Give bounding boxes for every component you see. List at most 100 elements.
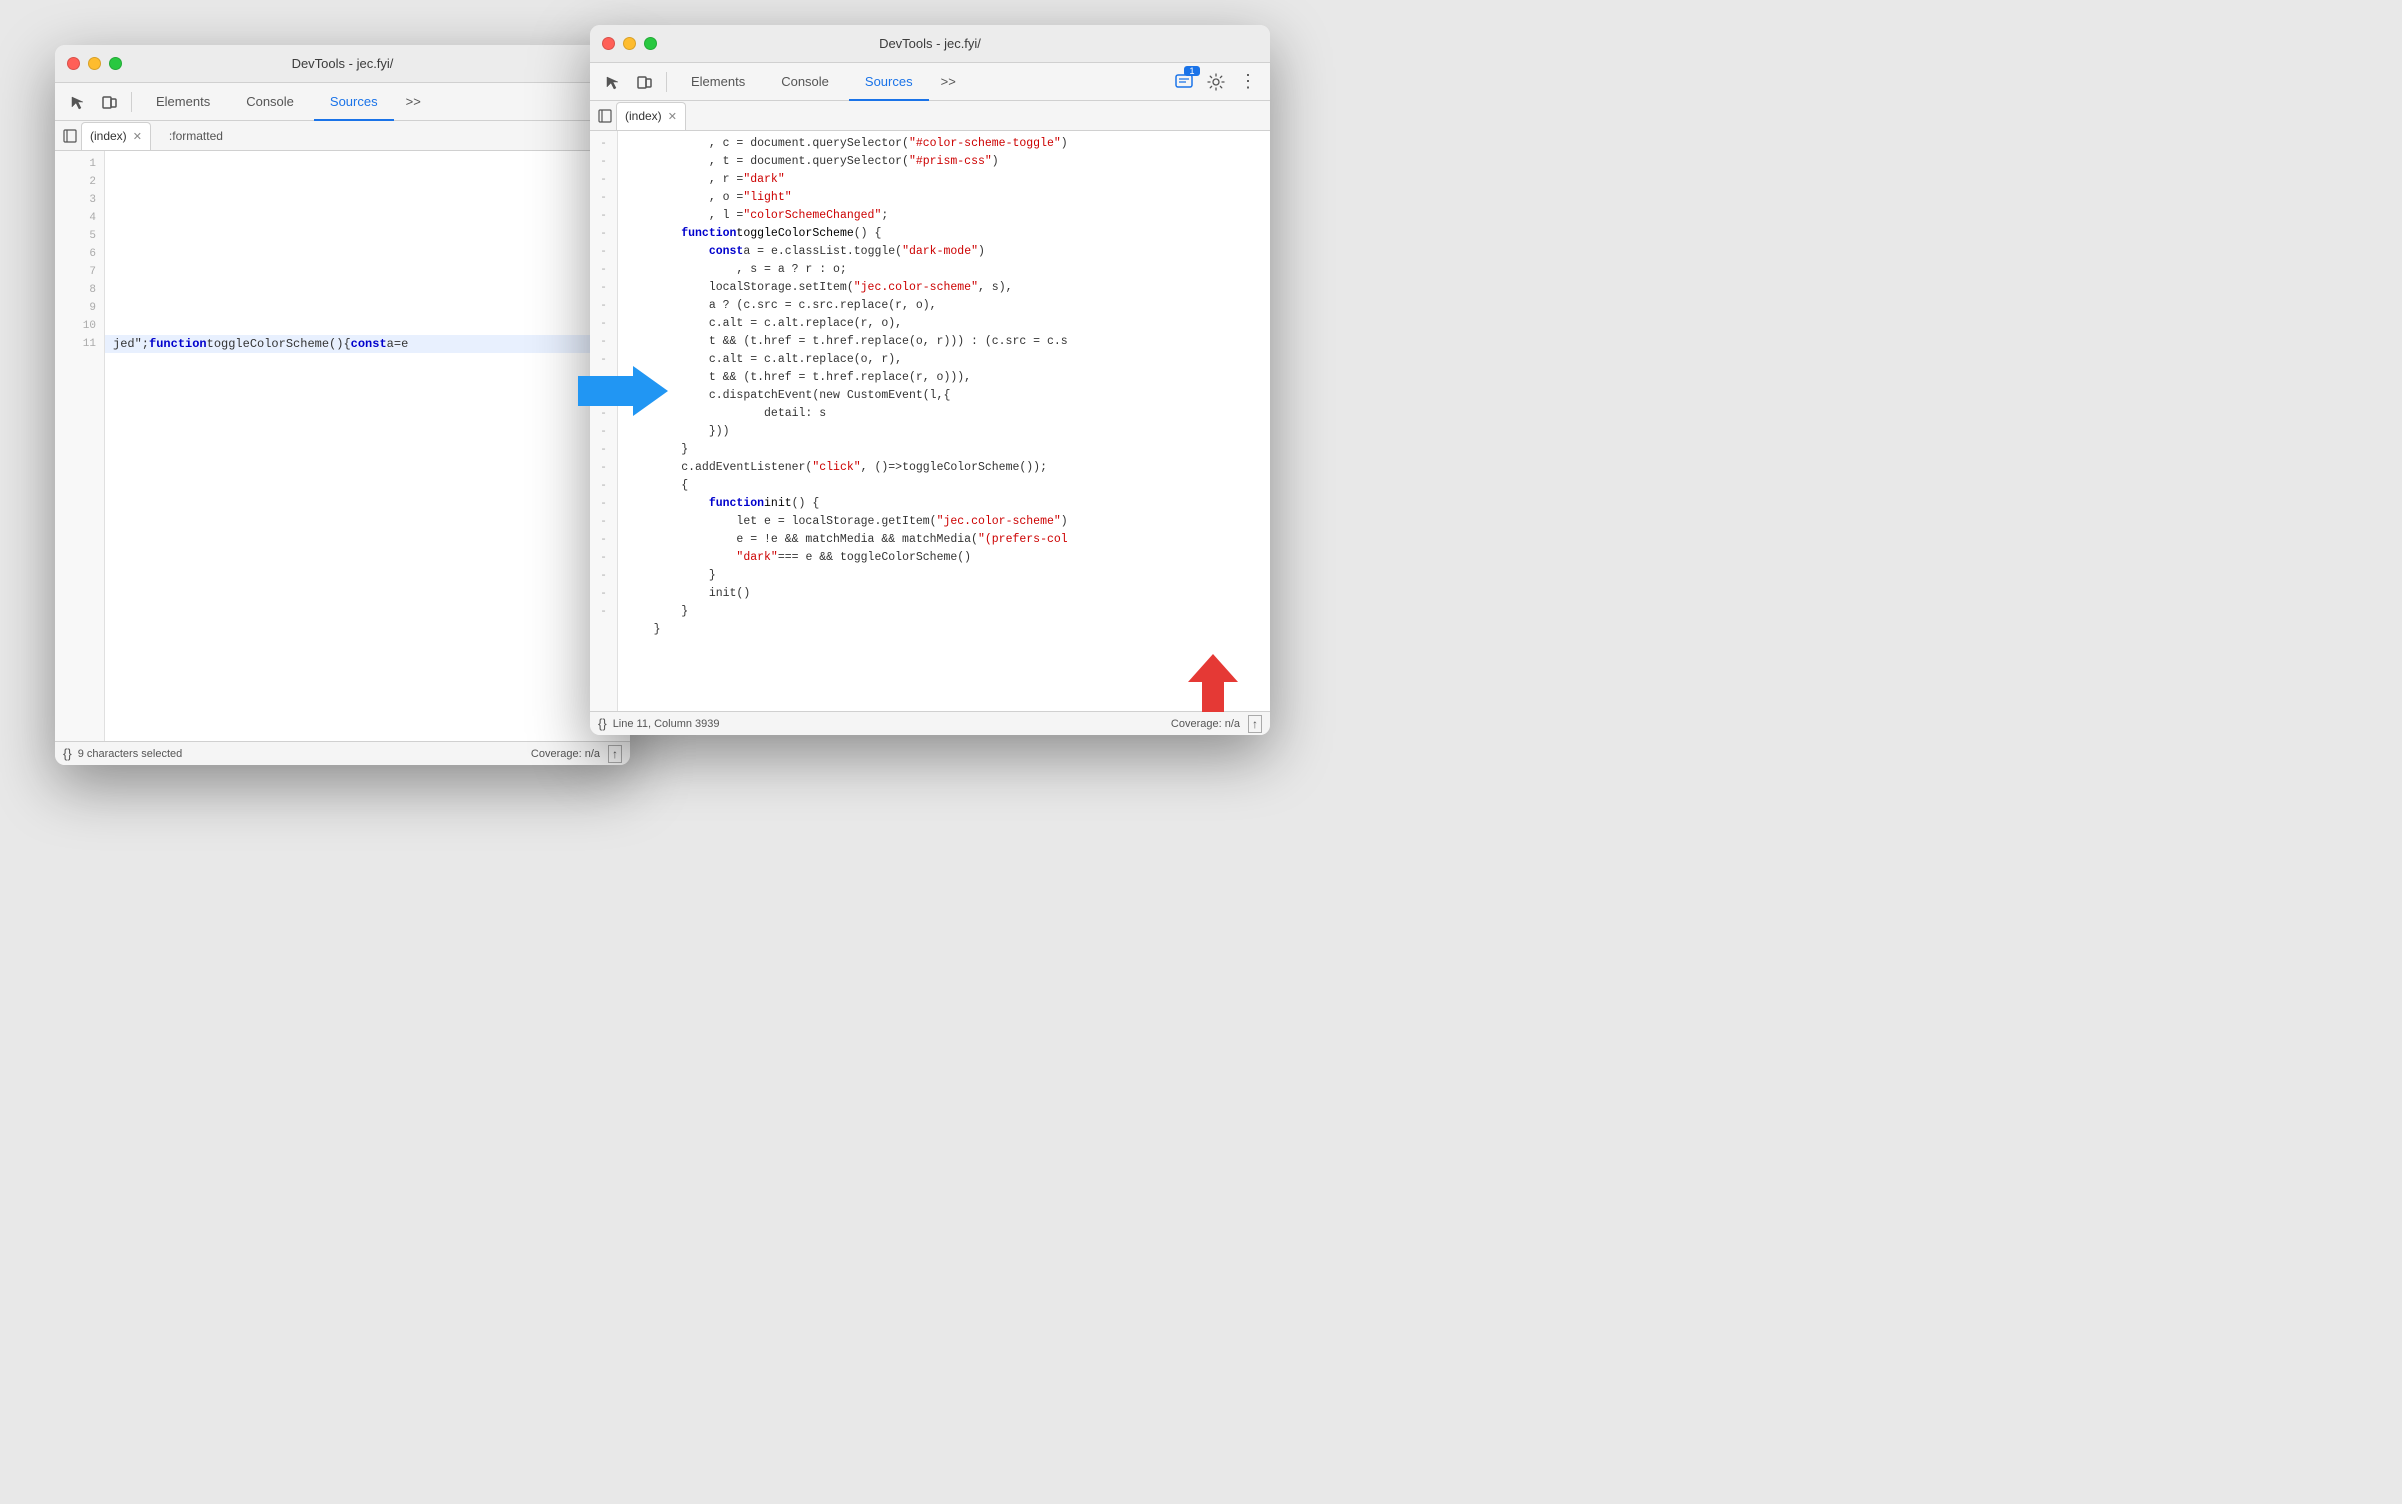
- code-line-3: [105, 191, 630, 209]
- code-line-w2-12: t && (t.href = t.href.replace(o, r))) : …: [618, 333, 1270, 351]
- code-line-w2-18: }: [618, 441, 1270, 459]
- code-line-w2-8: , s = a ? r : o;: [618, 261, 1270, 279]
- code-line-w2-11: c.alt = c.alt.replace(r, o),: [618, 315, 1270, 333]
- gutter-17: -: [590, 423, 617, 441]
- device-icon-2[interactable]: [630, 68, 658, 96]
- code-line-w2-17: })): [618, 423, 1270, 441]
- file-tab-close-1[interactable]: ✕: [133, 130, 142, 143]
- minimize-button-2[interactable]: [623, 37, 636, 50]
- gutter-15: -: [590, 387, 617, 405]
- gutter-23: -: [590, 531, 617, 549]
- format-icon-1[interactable]: {}: [63, 746, 72, 761]
- gear-icon-2[interactable]: [1202, 68, 1230, 96]
- gutter-19: -: [590, 459, 617, 477]
- titlebar-2: DevTools - jec.fyi/: [590, 25, 1270, 63]
- code-line-w2-5: , l = "colorSchemeChanged";: [618, 207, 1270, 225]
- code-line-w2-2: , t = document.querySelector("#prism-css…: [618, 153, 1270, 171]
- status-right-2: Coverage: n/a ↑: [1171, 715, 1262, 733]
- tab-elements-2[interactable]: Elements: [675, 63, 761, 101]
- chat-icon-2[interactable]: 1: [1170, 68, 1198, 96]
- dots-icon-2[interactable]: ⋮: [1234, 68, 1262, 96]
- gutter-10: -: [590, 297, 617, 315]
- minimize-button-1[interactable]: [88, 57, 101, 70]
- window-title-2: DevTools - jec.fyi/: [879, 36, 981, 51]
- separator-1: [131, 92, 132, 112]
- code-line-w2-14: t && (t.href = t.href.replace(r, o))),: [618, 369, 1270, 387]
- code-line-1: [105, 155, 630, 173]
- status-right-1: Coverage: n/a ↑: [531, 745, 622, 763]
- line-num-4: 4: [55, 209, 104, 227]
- gutter-14: -: [590, 369, 617, 387]
- tab-sources-1[interactable]: Sources: [314, 83, 394, 121]
- file-tab-close-2[interactable]: ✕: [668, 110, 677, 123]
- code-line-5: [105, 227, 630, 245]
- close-button-1[interactable]: [67, 57, 80, 70]
- code-line-10: [105, 317, 630, 335]
- gutter-13: -: [590, 351, 617, 369]
- window-title-1: DevTools - jec.fyi/: [292, 56, 394, 71]
- code-line-w2-3: , r = "dark": [618, 171, 1270, 189]
- status-bar-2: {} Line 11, Column 3939 Coverage: n/a ↑: [590, 711, 1270, 735]
- gutter-9: -: [590, 279, 617, 297]
- device-icon-1[interactable]: [95, 88, 123, 116]
- code-line-w2-9: localStorage.setItem("jec.color-scheme",…: [618, 279, 1270, 297]
- coverage-text-2: Coverage: n/a: [1171, 718, 1240, 730]
- line-num-11: 11: [55, 335, 104, 353]
- coverage-icon-2[interactable]: ↑: [1248, 715, 1262, 733]
- code-line-w2-26: init(): [618, 585, 1270, 603]
- format-icon-2[interactable]: {}: [598, 716, 607, 731]
- inspect-icon-1[interactable]: [63, 88, 91, 116]
- tab-console-1[interactable]: Console: [230, 83, 310, 121]
- line-num-3: 3: [55, 191, 104, 209]
- code-line-w2-6: function toggleColorScheme() {: [618, 225, 1270, 243]
- more-tabs-2[interactable]: >>: [933, 74, 964, 89]
- gutter-27: -: [590, 603, 617, 621]
- source-panel-2: (index) ✕ - - - - - - - - - - - - - -: [590, 101, 1270, 735]
- code-line-w2-4: , o = "light": [618, 189, 1270, 207]
- gutter-3: -: [590, 171, 617, 189]
- tab-sources-2[interactable]: Sources: [849, 63, 929, 101]
- gutter-24: -: [590, 549, 617, 567]
- inspect-icon-2[interactable]: [598, 68, 626, 96]
- file-tab-index-1[interactable]: (index) ✕: [81, 122, 151, 150]
- gutter-26: -: [590, 585, 617, 603]
- tab-elements-1[interactable]: Elements: [140, 83, 226, 121]
- status-position-2: Line 11, Column 3939: [613, 718, 720, 730]
- gutter-22: -: [590, 513, 617, 531]
- code-line-w2-10: a ? (c.src = c.src.replace(r, o),: [618, 297, 1270, 315]
- panel-icon-1[interactable]: [59, 125, 81, 147]
- tab-console-2[interactable]: Console: [765, 63, 845, 101]
- more-tabs-1[interactable]: >>: [398, 94, 429, 109]
- status-bar-1: {} 9 characters selected Coverage: n/a ↑: [55, 741, 630, 765]
- maximize-button-2[interactable]: [644, 37, 657, 50]
- toolbar-1: Elements Console Sources >>: [55, 83, 630, 121]
- gutter-28: [590, 621, 617, 639]
- close-button-2[interactable]: [602, 37, 615, 50]
- code-container-2: - - - - - - - - - - - - - - - - - - - -: [590, 131, 1270, 711]
- file-tabs-2: (index) ✕: [590, 101, 1270, 131]
- traffic-lights-2: [602, 37, 657, 50]
- gutter-7: -: [590, 243, 617, 261]
- code-line-w2-19: c.addEventListener("click", ()=>toggleCo…: [618, 459, 1270, 477]
- line-num-2: 2: [55, 173, 104, 191]
- toolbar-2: Elements Console Sources >> 1: [590, 63, 1270, 101]
- code-line-w2-22: let e = localStorage.getItem("jec.color-…: [618, 513, 1270, 531]
- gutter-11: -: [590, 315, 617, 333]
- code-line-w2-23: e = !e && matchMedia && matchMedia("(pre…: [618, 531, 1270, 549]
- code-line-2: [105, 173, 630, 191]
- coverage-icon-1[interactable]: ↑: [608, 745, 622, 763]
- maximize-button-1[interactable]: [109, 57, 122, 70]
- gutter-21: -: [590, 495, 617, 513]
- coverage-text-1: Coverage: n/a: [531, 748, 600, 760]
- gutter-6: -: [590, 225, 617, 243]
- panel-icon-2[interactable]: [594, 105, 616, 127]
- file-tab-formatted-1[interactable]: :formatted: [153, 122, 239, 150]
- code-line-9: [105, 299, 630, 317]
- code-line-w2-7: const a = e.classList.toggle("dark-mode"…: [618, 243, 1270, 261]
- line-num-5: 5: [55, 227, 104, 245]
- code-line-w2-25: }: [618, 567, 1270, 585]
- file-tab-index-2[interactable]: (index) ✕: [616, 102, 686, 130]
- gutter-20: -: [590, 477, 617, 495]
- code-lines-1: jed";function toggleColorScheme(){const …: [105, 151, 630, 741]
- gutter-2i: -: [590, 153, 617, 171]
